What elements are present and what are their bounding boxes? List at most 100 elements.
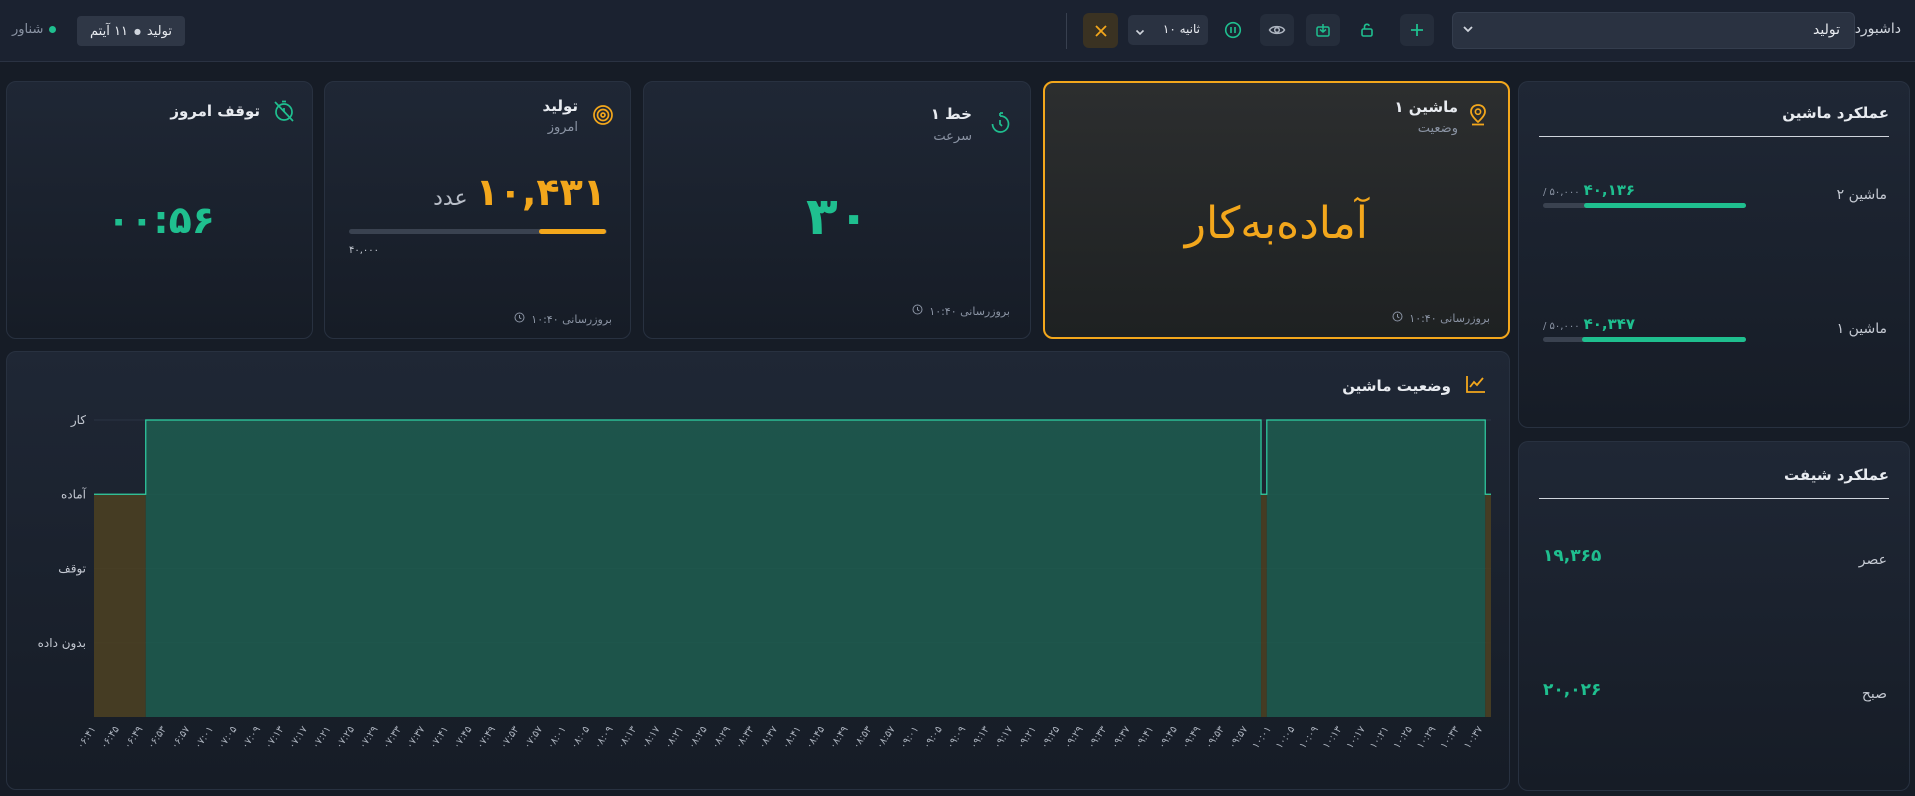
x-tick-label: ۰۶:۴۹ bbox=[122, 724, 145, 751]
x-tick-label: ۰۹:۲۱ bbox=[1016, 724, 1039, 751]
import-button[interactable] bbox=[1306, 14, 1340, 46]
chevron-down-icon bbox=[1461, 21, 1475, 40]
machine-target: / ۵۰,۰۰۰ bbox=[1543, 321, 1580, 332]
dashboard-select[interactable]: تولید bbox=[1452, 12, 1855, 49]
y-tick-label: بدون داده bbox=[38, 636, 86, 651]
x-tick-label: ۰۷:۰۱ bbox=[193, 724, 216, 751]
pause-button[interactable] bbox=[1222, 19, 1244, 41]
x-tick-label: ۰۷:۴۱ bbox=[428, 724, 451, 751]
x-tick-label: ۰۷:۲۵ bbox=[334, 724, 357, 751]
shift-performance-panel: عملکرد شیفت عصر ۱۹,۳۶۵ صبح ۲۰,۰۲۶ bbox=[1518, 441, 1910, 791]
card-subtitle: امروز bbox=[547, 120, 578, 135]
downtime-value: ۰۰:۵۶ bbox=[107, 198, 215, 242]
shift-name: صبح bbox=[1861, 686, 1887, 702]
production-card: تولید امروز ۱۰,۴۳۱ عدد ۴۰,۰۰۰ بروزرسانی … bbox=[324, 81, 631, 339]
x-tick-label: ۰۷:۵۷ bbox=[522, 724, 546, 751]
x-tick-label: ۰۶:۴۱ bbox=[75, 724, 98, 751]
production-value: ۱۰,۴۳۱ bbox=[475, 170, 606, 214]
tag-label: تولید bbox=[146, 23, 172, 39]
y-tick-label: توقف bbox=[58, 562, 86, 577]
close-button[interactable] bbox=[1083, 13, 1118, 48]
x-tick-label: ۰۷:۱۳ bbox=[263, 724, 287, 751]
machine-progress-fill bbox=[1582, 337, 1746, 342]
machine-output: ۴۰,۱۳۶ bbox=[1583, 181, 1636, 199]
x-tick-label: ۱۰:۳۷ bbox=[1462, 724, 1486, 751]
x-tick-label: ۰۷:۳۷ bbox=[404, 724, 428, 751]
chevron-down-icon bbox=[1134, 23, 1146, 42]
x-tick-label: ۰۸:۴۵ bbox=[804, 724, 827, 751]
x-tick-label: ۰۷:۱۷ bbox=[287, 724, 311, 751]
x-tick-label: ۱۰:۱۷ bbox=[1345, 724, 1369, 751]
x-tick-label: ۰۸:۰۹ bbox=[592, 724, 615, 751]
x-tick-label: ۰۸:۵۷ bbox=[874, 724, 898, 751]
x-tick-label: ۰۸:۳۳ bbox=[733, 724, 757, 751]
floating-toggle[interactable]: شناور bbox=[12, 22, 57, 37]
last-updated-text: بروزرسانی ۱۰:۴۰ bbox=[531, 312, 612, 326]
x-tick-label: ۰۸:۲۹ bbox=[710, 724, 733, 751]
machine-target: / ۵۰,۰۰۰ bbox=[1543, 187, 1580, 198]
card-subtitle: وضعیت bbox=[1417, 121, 1458, 136]
machine-output: ۴۰,۳۴۷ bbox=[1583, 315, 1636, 333]
machine-state-chart: کارآمادهتوقفبدون داده۰۶:۴۱ ۰۶:۴۵ ۰۶:۴۹ ۰۶:۵… bbox=[38, 413, 1491, 751]
machine-performance-panel: عملکرد ماشین ماشین ۲/ ۵۰,۰۰۰ ۴۰,۱۳۶ ماشین … bbox=[1518, 81, 1910, 428]
x-tick-label: ۰۹:۴۵ bbox=[1157, 724, 1180, 751]
machine-name: ماشین ۲ bbox=[1836, 187, 1887, 203]
x-tick-label: ۰۸:۱۳ bbox=[616, 724, 640, 751]
line-speed-card: خط ۱ سرعت ۳۰ بروزرسانی ۱۰:۴۰ bbox=[643, 81, 1031, 339]
machine-name: ماشین ۱ bbox=[1836, 321, 1887, 337]
x-tick-label: ۱۰:۲۵ bbox=[1392, 724, 1415, 751]
view-button[interactable] bbox=[1260, 14, 1294, 46]
machine-status-card: ماشین ۱ وضعیت آماده‌به‌کار بروزرسانی ۱۰:… bbox=[1043, 81, 1510, 339]
x-tick-label: ۰۸:۵۳ bbox=[851, 724, 875, 751]
panel-title: عملکرد شیفت bbox=[1784, 466, 1889, 484]
line-speed-value: ۳۰ bbox=[806, 187, 870, 247]
lock-button[interactable] bbox=[1353, 16, 1381, 44]
unlock-icon bbox=[1361, 23, 1373, 37]
map-pin-icon bbox=[1467, 103, 1489, 131]
last-updated-text: بروزرسانی ۱۰:۴۰ bbox=[929, 304, 1010, 318]
x-tick-label: ۰۸:۱۷ bbox=[639, 724, 663, 751]
x-tick-label: ۰۸:۲۱ bbox=[663, 724, 686, 751]
floating-label: شناور bbox=[12, 22, 44, 37]
x-tick-label: ۰۹:۰۱ bbox=[898, 724, 921, 751]
add-button[interactable] bbox=[1400, 14, 1434, 46]
x-tick-label: ۰۸:۳۷ bbox=[757, 724, 781, 751]
machine-performance-row: ماشین ۱ / ۵۰,۰۰۰ ۴۰,۳۴۷ bbox=[1519, 315, 1911, 361]
x-tick-label: ۰۷:۰۹ bbox=[240, 724, 263, 751]
top-bar: داشبورد تولید ۱۰ ثانیه تولید ● ۱۱ آیتم ش… bbox=[0, 0, 1915, 62]
x-tick-label: ۰۹:۰۹ bbox=[945, 724, 968, 751]
x-tick-label: ۰۷:۵۳ bbox=[498, 724, 522, 751]
x-tick-label: ۰۷:۴۹ bbox=[475, 724, 498, 751]
toolbar-divider bbox=[1066, 13, 1067, 49]
state-segment bbox=[1485, 494, 1491, 717]
card-title: توقف امروز bbox=[170, 102, 260, 120]
state-segment bbox=[1261, 494, 1267, 717]
panel-title-underline bbox=[1539, 498, 1889, 499]
plus-icon bbox=[1411, 24, 1423, 36]
machine-progress-fill bbox=[1584, 203, 1746, 208]
shift-output: ۲۰,۰۲۶ bbox=[1543, 680, 1602, 700]
x-tick-label: ۱۰:۳۳ bbox=[1439, 724, 1463, 751]
refresh-interval-select[interactable]: ۱۰ ثانیه bbox=[1128, 15, 1208, 45]
timer-off-icon bbox=[272, 99, 296, 127]
x-tick-label: ۱۰:۰۹ bbox=[1298, 724, 1321, 751]
x-tick-label: ۰۹:۲۵ bbox=[1039, 724, 1062, 751]
tag-count: ۱۱ آیتم bbox=[90, 23, 128, 39]
x-tick-label: ۰۷:۲۹ bbox=[357, 724, 380, 751]
close-icon bbox=[1094, 24, 1107, 37]
x-tick-label: ۰۶:۵۳ bbox=[146, 724, 170, 751]
x-tick-label: ۰۷:۴۵ bbox=[451, 724, 474, 751]
dashboard-select-value: تولید bbox=[1813, 22, 1840, 38]
x-tick-label: ۰۶:۴۵ bbox=[99, 724, 122, 751]
x-tick-label: ۰۹:۱۳ bbox=[969, 724, 993, 751]
card-title: ماشین ۱ bbox=[1394, 98, 1458, 116]
machine-state-chart-panel: وضعیت ماشین کار آماده توقف بدون داده ۰۶:۴۱ ۰۶… bbox=[6, 351, 1510, 790]
x-tick-label: ۰۸:۴۹ bbox=[827, 724, 850, 751]
card-title: تولید bbox=[542, 97, 578, 115]
x-tick-label: ۰۷:۳۳ bbox=[381, 724, 405, 751]
x-tick-label: ۰۷:۰۵ bbox=[216, 724, 239, 751]
x-tick-label: ۰۸:۴۱ bbox=[780, 724, 803, 751]
dashboard-label: داشبورد bbox=[1854, 21, 1901, 37]
tag-chip[interactable]: تولید ● ۱۱ آیتم bbox=[77, 16, 185, 46]
state-segment bbox=[1266, 420, 1486, 717]
